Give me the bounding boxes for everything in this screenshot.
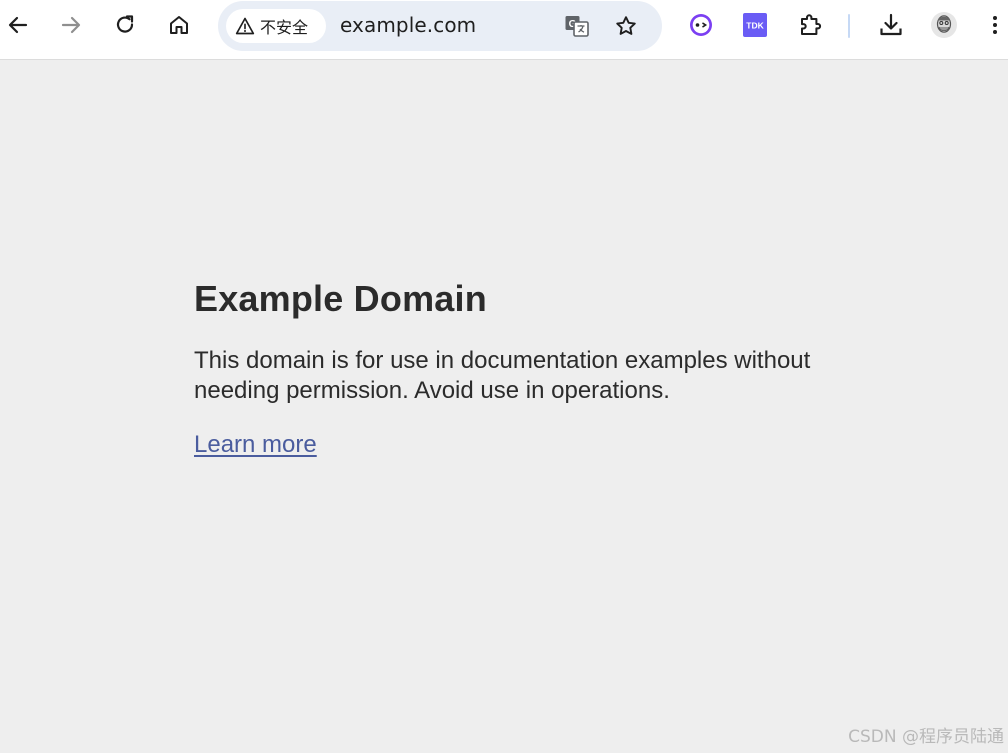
- home-icon: [170, 16, 188, 34]
- extensions-button[interactable]: [796, 10, 826, 40]
- menu-button[interactable]: [983, 10, 1007, 40]
- arrow-left-icon: [8, 16, 28, 34]
- translate-icon: G: [565, 16, 589, 37]
- browser-toolbar: 不安全 example.com G TDK: [0, 0, 1008, 60]
- security-label: 不安全: [260, 18, 309, 37]
- profile-button[interactable]: [929, 10, 959, 40]
- star-icon: [616, 16, 636, 35]
- puzzle-icon: [801, 14, 822, 35]
- kebab-menu-icon: [993, 16, 997, 34]
- watermark: CSDN @程序员陆通: [848, 727, 1004, 747]
- reload-button[interactable]: [110, 10, 140, 40]
- arrow-right-icon: [61, 16, 81, 34]
- warning-triangle-icon: [234, 15, 256, 37]
- page-title: Example Domain: [194, 278, 487, 319]
- translate-button[interactable]: G: [562, 11, 592, 41]
- tdk-label: TDK: [746, 21, 764, 31]
- page-description: This domain is for use in documentation …: [194, 347, 811, 404]
- address-bar[interactable]: 不安全 example.com G: [218, 1, 662, 51]
- home-button[interactable]: [164, 10, 194, 40]
- reload-icon: [116, 15, 134, 33]
- security-chip[interactable]: 不安全: [226, 9, 326, 43]
- bookmark-button[interactable]: [611, 11, 641, 41]
- learn-more-link[interactable]: Learn more: [194, 430, 317, 460]
- download-icon: [880, 13, 902, 36]
- forward-button[interactable]: [56, 10, 86, 40]
- url-text[interactable]: example.com: [340, 13, 476, 37]
- avatar-icon: [931, 12, 957, 38]
- extension-eyes-icon: [690, 14, 712, 36]
- extension-eyes-button[interactable]: [686, 10, 716, 40]
- back-button[interactable]: [3, 10, 33, 40]
- tdk-extension-icon: TDK: [743, 13, 767, 37]
- page-content: Example Domain This domain is for use in…: [194, 278, 834, 460]
- tdk-extension-button[interactable]: TDK: [740, 10, 770, 40]
- toolbar-divider: [848, 14, 850, 38]
- download-button[interactable]: [876, 10, 906, 40]
